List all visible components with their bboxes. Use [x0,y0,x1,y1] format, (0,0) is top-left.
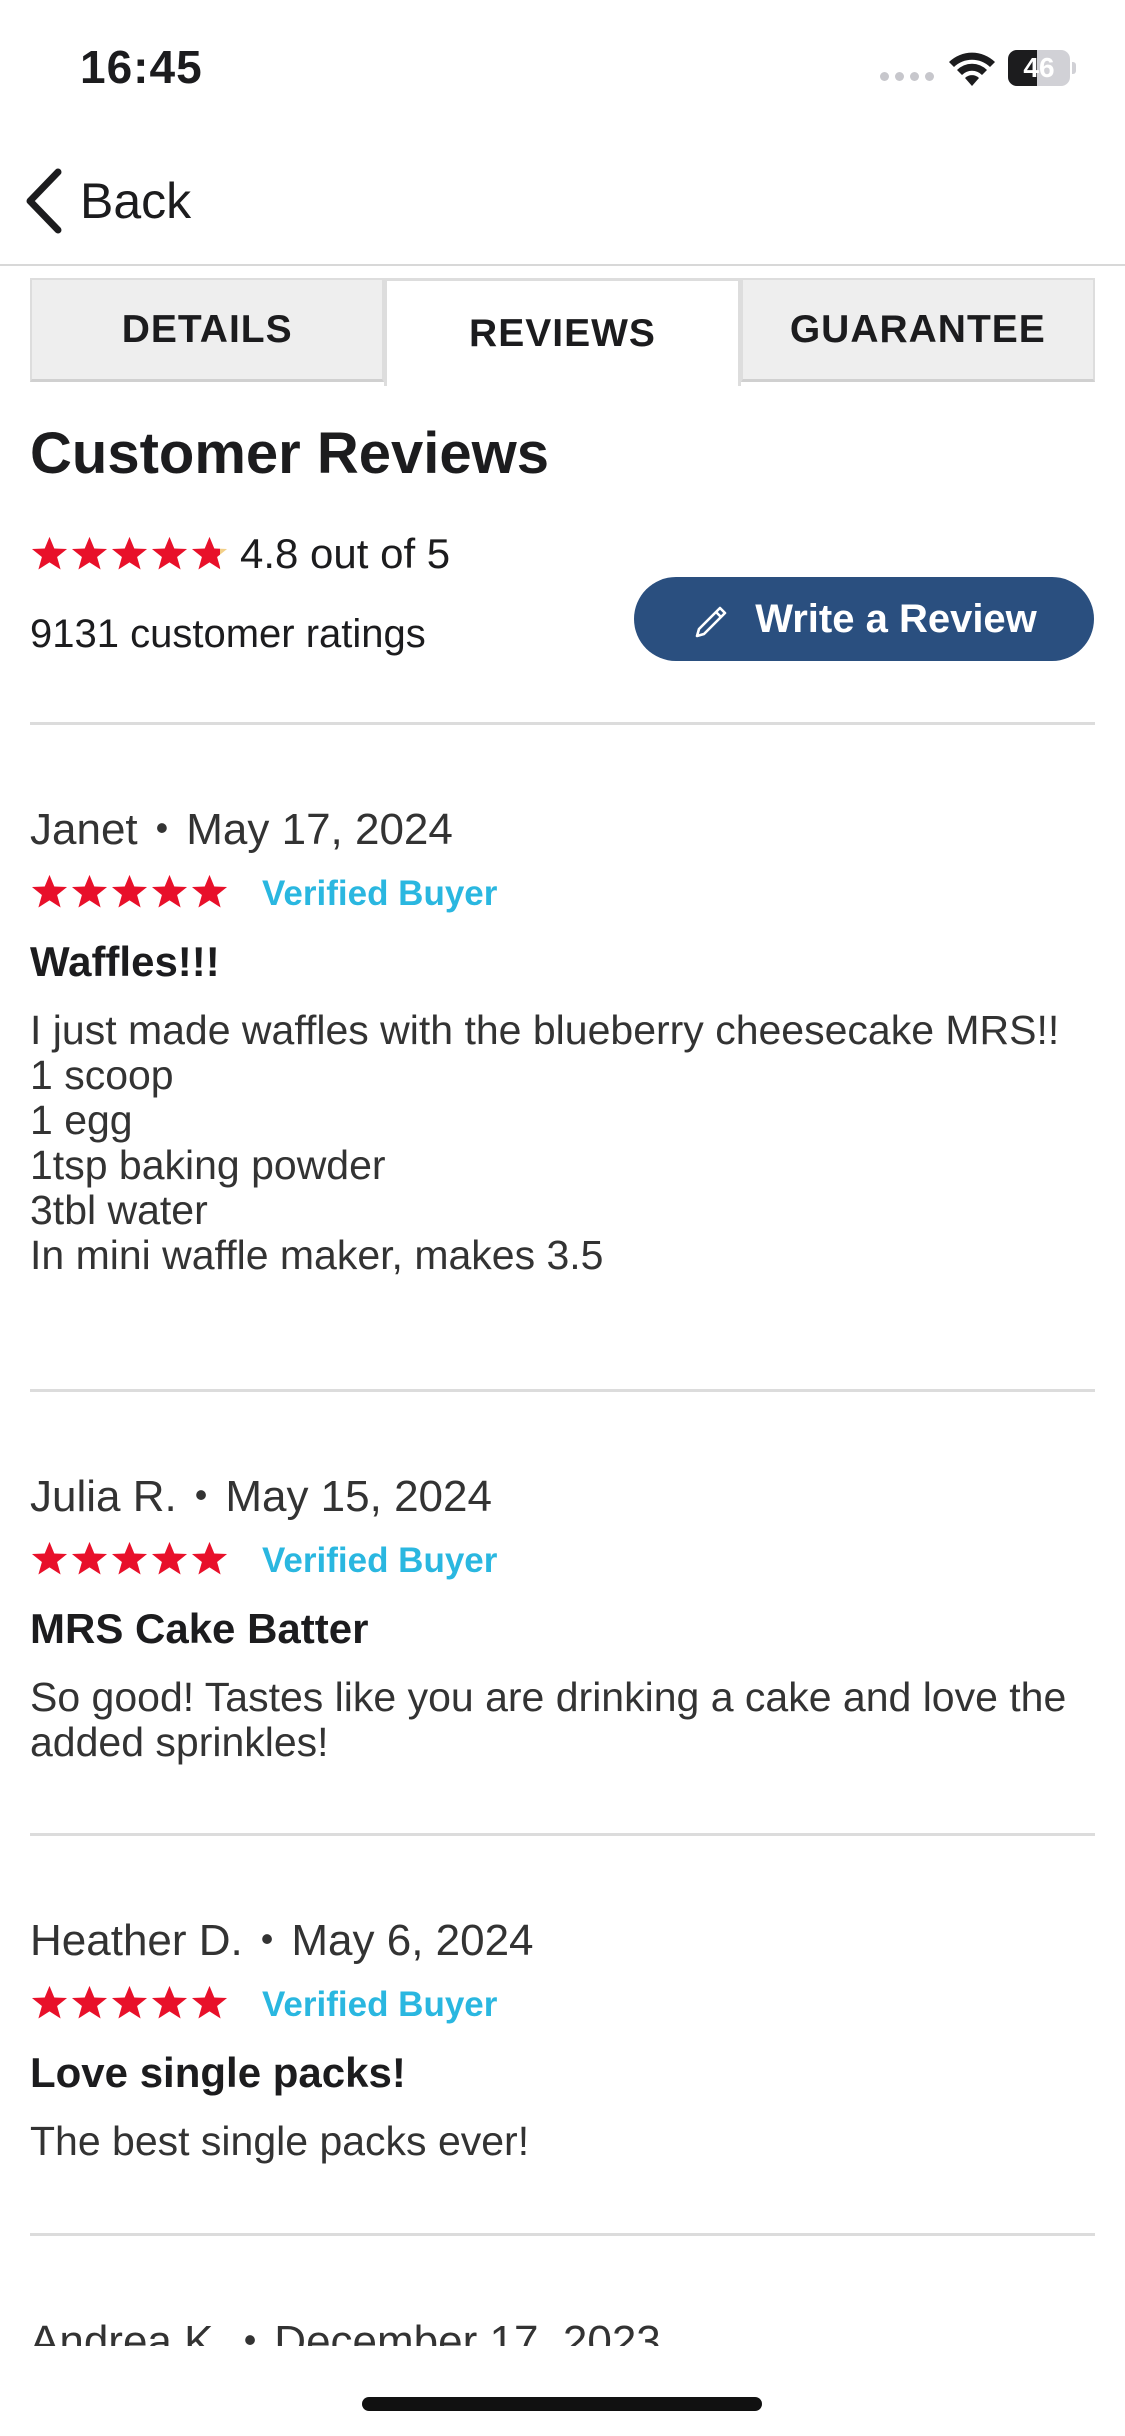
divider [30,2233,1095,2236]
verified-buyer-badge: Verified Buyer [262,874,498,913]
divider [30,1389,1095,1392]
review-title: Love single packs! [30,2049,406,2096]
verified-buyer-badge: Verified Buyer [262,1541,498,1580]
star-icon [191,874,228,908]
review-author: Heather D. [30,1916,243,1965]
star-icon [71,536,108,570]
ratings-count: 9131 customer ratings [30,612,426,656]
status-bar: 16:45 46 [0,0,1125,140]
star-icon [151,536,188,570]
star-icon [151,874,188,908]
star-icon [71,1541,108,1575]
tab-reviews[interactable]: REVIEWS [384,278,741,386]
product-tabs: DETAILS REVIEWS GUARANTEE [30,278,1095,386]
review-item: Andrea K. • December 17, 2023 [30,2310,1095,2346]
review-author: Julia R. [30,1472,177,1521]
nav-bar: Back [0,140,1125,266]
review-date: May 15, 2024 [225,1472,492,1521]
review-item: Julia R. • May 15, 2024 Verified Buyer MRS… [30,1465,1095,1765]
review-body: I just made waffles with the blueberry c… [30,1007,1060,1278]
cellular-signal-icon [880,72,934,81]
battery-level: 46 [1023,52,1055,83]
separator-dot: • [260,1918,274,1959]
tab-details[interactable]: DETAILS [30,278,385,382]
status-time: 16:45 [80,41,203,93]
review-title: MRS Cake Batter [30,1605,369,1652]
back-button[interactable]: Back [22,164,191,238]
wifi-icon [949,52,995,86]
separator-dot: • [155,807,169,848]
review-body: The best single packs ever! [30,2118,530,2164]
star-icon [31,874,68,908]
tab-guarantee[interactable]: GUARANTEE [740,278,1095,382]
separator-dot: • [243,2319,257,2346]
write-review-label: Write a Review [755,596,1037,641]
review-author: Andrea K. [30,2317,226,2346]
review-author: Janet [30,805,138,854]
star-icon [31,1985,68,2019]
star-icon [191,1985,228,2019]
review-meta: Julia R. • May 15, 2024 [30,1465,1095,1525]
back-label: Back [80,173,192,229]
star-icon [111,874,148,908]
review-title: Waffles!!! [30,938,220,985]
review-date: December 17, 2023 [274,2317,661,2346]
star-icon [151,1541,188,1575]
rating-stars [30,534,230,578]
battery-icon: 46 [1008,50,1076,86]
verified-buyer-badge: Verified Buyer [262,1985,498,2024]
home-indicator[interactable] [362,2397,762,2411]
divider [30,1833,1095,1836]
review-stars [30,1539,230,1583]
review-meta: Andrea K. • December 17, 2023 [30,2310,661,2346]
star-icon [71,1985,108,2019]
star-icon [111,1541,148,1575]
review-item: Heather D. • May 6, 2024 Verified Buyer Lo… [30,1909,1095,2164]
star-icon [31,536,68,570]
star-icon [31,1541,68,1575]
review-meta: Heather D. • May 6, 2024 [30,1909,1095,1969]
star-icon [191,1541,228,1575]
divider [30,722,1095,725]
separator-dot: • [194,1474,208,1515]
review-stars [30,1983,230,2027]
average-rating: 4.8 out of 5 [240,530,451,577]
chevron-left-icon [26,168,62,234]
star-icon [111,536,148,570]
star-icon [151,1985,188,2019]
review-date: May 6, 2024 [291,1916,534,1965]
star-icon [111,1985,148,2019]
star-icon [71,874,108,908]
star-icon [191,536,228,570]
page-title: Customer Reviews [30,421,549,486]
review-item: Janet • May 17, 2024 Verified Buyer Waffle… [30,798,1095,1278]
review-date: May 17, 2024 [186,805,453,854]
pencil-icon [695,606,727,638]
review-meta: Janet • May 17, 2024 [30,798,1095,858]
review-stars [30,872,230,916]
write-review-button[interactable]: Write a Review [634,577,1094,661]
review-body: So good! Tastes like you are drinking a … [30,1674,1067,1765]
